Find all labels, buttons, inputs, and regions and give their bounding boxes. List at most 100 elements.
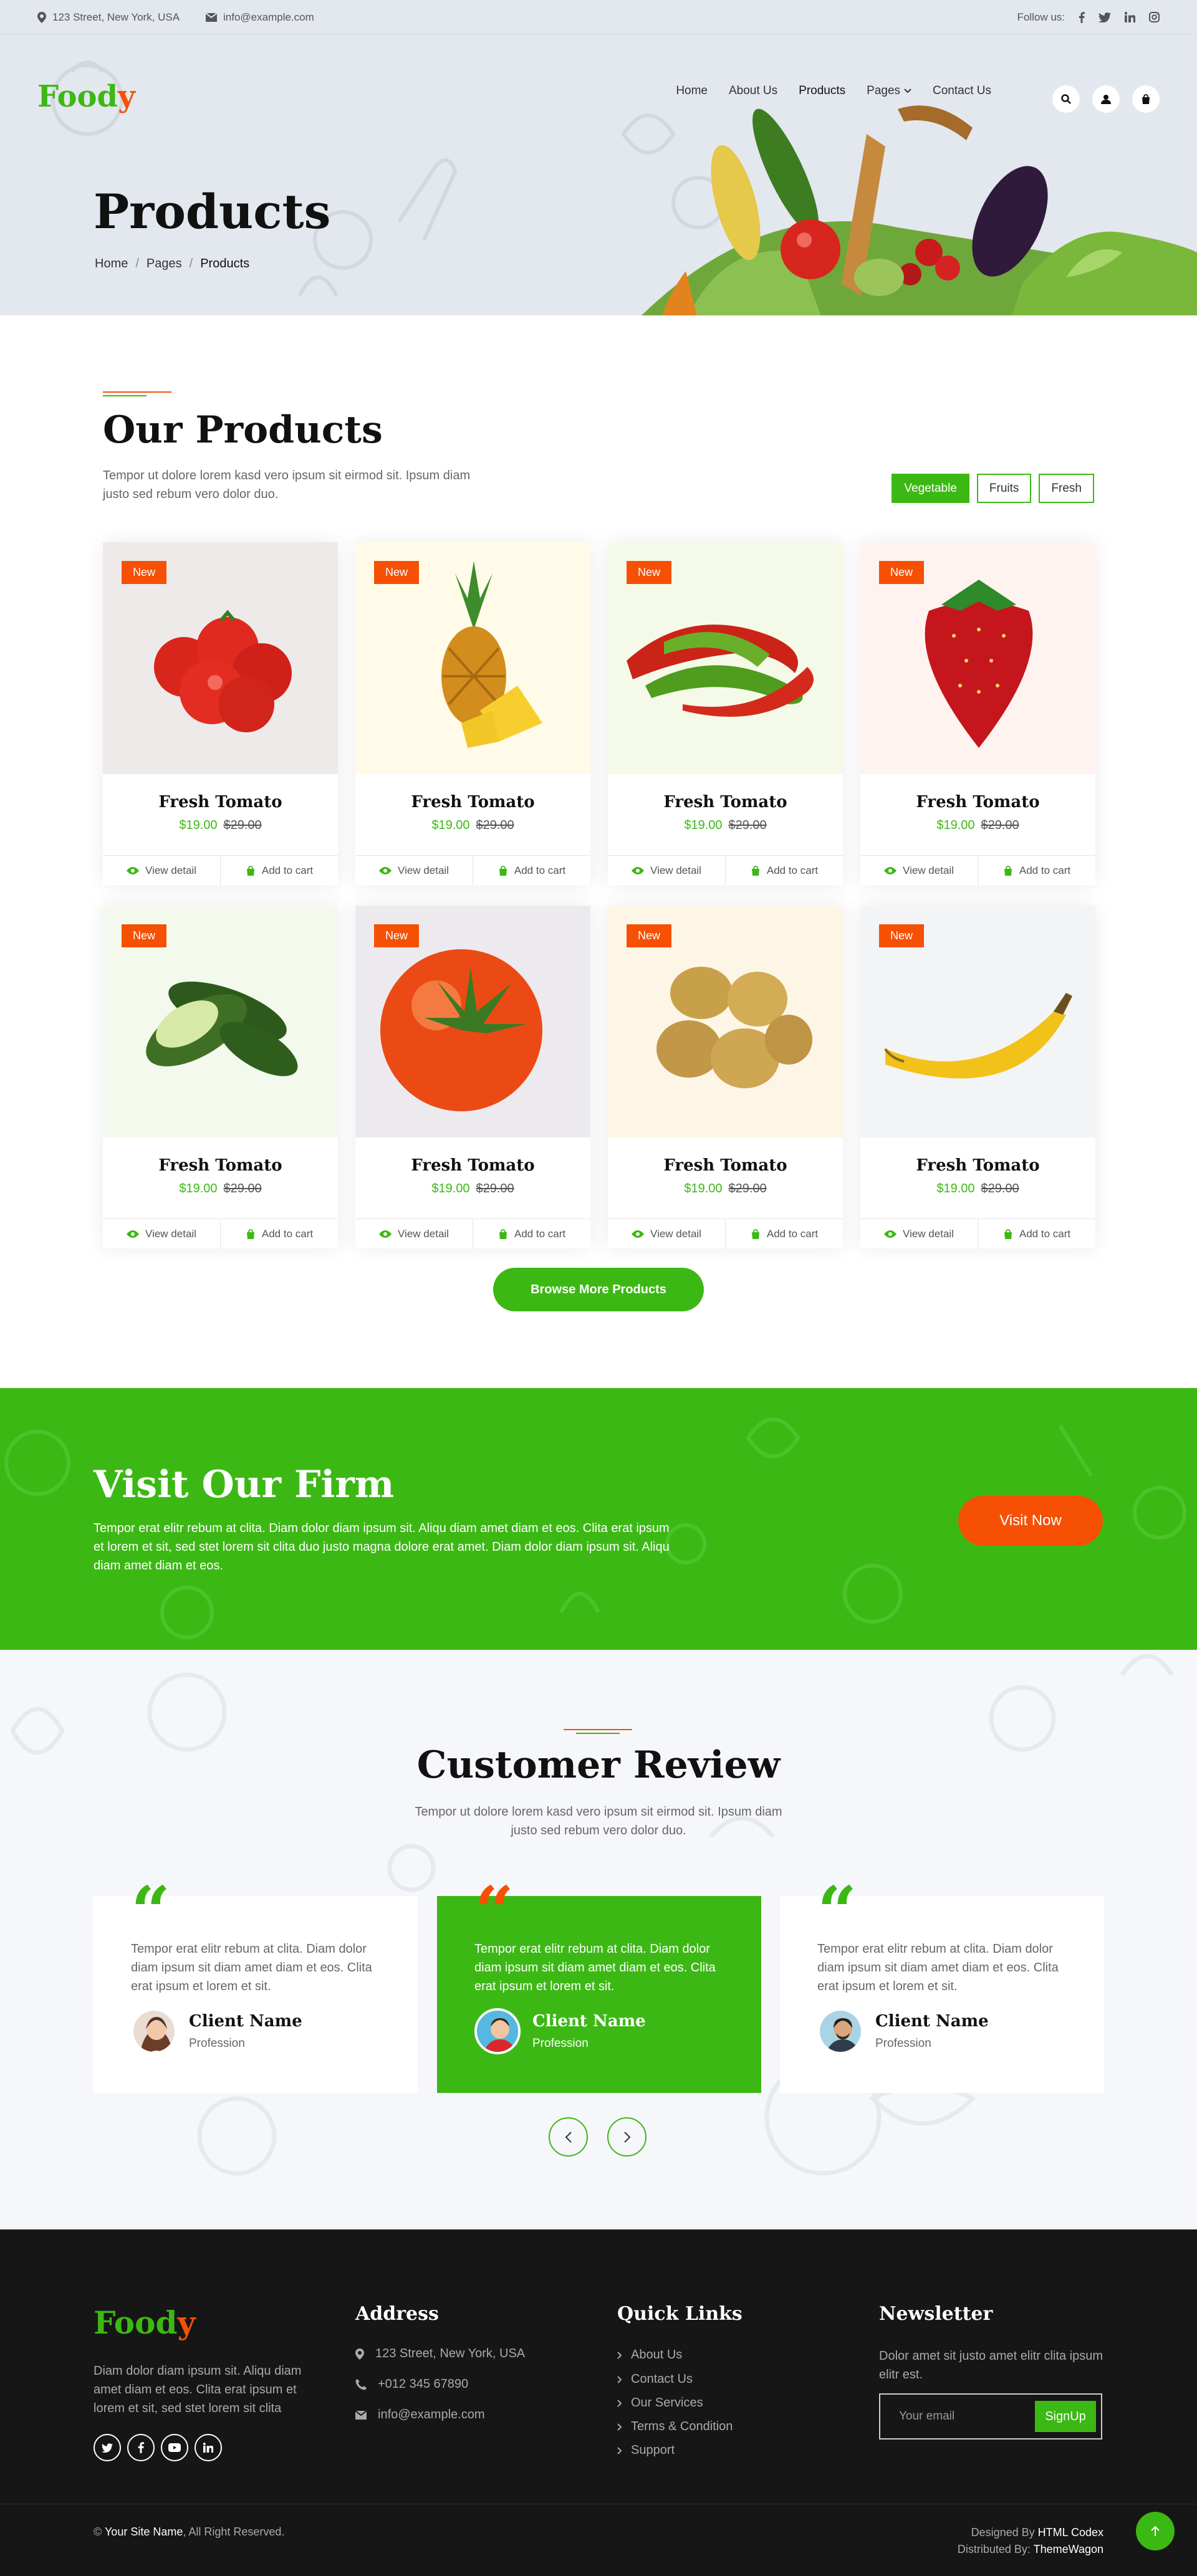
- filter-vegetable[interactable]: Vegetable: [892, 474, 969, 503]
- brand-logo[interactable]: Foody: [37, 79, 135, 114]
- chevron-right-icon: [617, 2446, 622, 2454]
- newsletter-email-input[interactable]: Your email: [899, 2410, 954, 2423]
- add-to-cart-label: Add to cart: [1019, 864, 1071, 876]
- nav-contact[interactable]: Contact Us: [933, 84, 991, 98]
- product-card: New Fresh Tomato $19.00 $29.00 View detail Ad…: [355, 906, 590, 1248]
- footer-logo[interactable]: Foody: [94, 2304, 196, 2341]
- price-old: $29.00: [223, 1182, 262, 1195]
- footer-link-label: Our Services: [631, 2396, 703, 2410]
- breadcrumb-pages[interactable]: Pages: [147, 257, 182, 271]
- add-to-cart-button[interactable]: Add to cart: [473, 1219, 590, 1248]
- product-name[interactable]: Fresh Tomato: [608, 793, 843, 812]
- footer-twitter-button[interactable]: [94, 2434, 121, 2461]
- eye-icon: [127, 866, 140, 874]
- breadcrumb-separator: /: [135, 257, 139, 271]
- view-detail-button[interactable]: View detail: [860, 856, 978, 885]
- browse-more-button[interactable]: Browse More Products: [493, 1268, 704, 1311]
- footer-link-about[interactable]: About Us: [617, 2348, 682, 2362]
- footer-email[interactable]: info@example.com: [355, 2408, 484, 2422]
- add-to-cart-button[interactable]: Add to cart: [221, 856, 338, 885]
- new-badge: New: [879, 924, 925, 947]
- price-current: $19.00: [684, 818, 723, 832]
- avatar: [817, 2008, 863, 2054]
- product-name[interactable]: Fresh Tomato: [860, 1156, 1095, 1175]
- product-name[interactable]: Fresh Tomato: [103, 1156, 338, 1175]
- nav-home[interactable]: Home: [676, 84, 708, 98]
- view-detail-label: View detail: [650, 1227, 701, 1240]
- instagram-icon[interactable]: [1149, 12, 1160, 22]
- nav-products[interactable]: Products: [799, 84, 845, 98]
- section-underline: [103, 395, 147, 396]
- footer-linkedin-button[interactable]: [195, 2434, 222, 2461]
- linkedin-icon: [203, 2443, 213, 2453]
- eye-icon: [632, 866, 645, 874]
- linkedin-icon[interactable]: [1125, 12, 1135, 22]
- review-card: “ Tempor erat elitr rebum at clita. Diam…: [780, 1877, 1104, 2093]
- view-detail-label: View detail: [650, 864, 701, 876]
- add-to-cart-button[interactable]: Add to cart: [221, 1219, 338, 1248]
- twitter-icon[interactable]: [1098, 12, 1111, 22]
- nav-about[interactable]: About Us: [729, 84, 777, 98]
- product-name[interactable]: Fresh Tomato: [608, 1156, 843, 1175]
- back-to-top-button[interactable]: [1136, 2512, 1175, 2550]
- designed-by-link[interactable]: HTML Codex: [1038, 2526, 1103, 2539]
- facebook-icon[interactable]: [1079, 11, 1085, 23]
- envelope-icon: [355, 2410, 367, 2420]
- footer-link-support[interactable]: Support: [617, 2443, 675, 2458]
- view-detail-button[interactable]: View detail: [860, 1219, 978, 1248]
- carousel-next-button[interactable]: [607, 2117, 647, 2157]
- add-to-cart-button[interactable]: Add to cart: [473, 856, 590, 885]
- chevron-right-icon: [617, 2399, 622, 2407]
- copyright-site-link[interactable]: Your Site Name: [105, 2526, 183, 2538]
- phone-icon: [355, 2378, 367, 2390]
- add-to-cart-button[interactable]: Add to cart: [978, 1219, 1095, 1248]
- filter-fresh[interactable]: Fresh: [1039, 474, 1094, 503]
- view-detail-button[interactable]: View detail: [355, 856, 473, 885]
- add-to-cart-label: Add to cart: [514, 864, 566, 876]
- newsletter-signup-button[interactable]: SignUp: [1035, 2401, 1096, 2432]
- topbar-email[interactable]: info@example.com: [206, 0, 314, 34]
- nav-pages[interactable]: Pages: [867, 84, 911, 98]
- visit-firm-banner: Visit Our Firm Tempor erat elitr rebum a…: [0, 1388, 1197, 1650]
- logo-accent: y: [118, 79, 135, 114]
- new-badge: New: [374, 561, 420, 584]
- add-to-cart-label: Add to cart: [1019, 1227, 1071, 1240]
- footer-link-services[interactable]: Our Services: [617, 2396, 703, 2410]
- view-detail-button[interactable]: View detail: [608, 856, 726, 885]
- add-to-cart-label: Add to cart: [261, 1227, 314, 1240]
- breadcrumb-home[interactable]: Home: [95, 257, 128, 271]
- filter-fruits[interactable]: Fruits: [976, 474, 1032, 503]
- footer-link-terms[interactable]: Terms & Condition: [617, 2420, 733, 2434]
- newsletter-form: Your email SignUp: [879, 2393, 1102, 2440]
- carousel-prev-button[interactable]: [549, 2117, 588, 2157]
- view-detail-button[interactable]: View detail: [103, 856, 221, 885]
- add-to-cart-button[interactable]: Add to cart: [978, 856, 1095, 885]
- chevron-right-icon: [617, 2423, 622, 2431]
- product-price: $19.00 $29.00: [103, 818, 338, 833]
- price-old: $29.00: [223, 818, 262, 832]
- view-detail-label: View detail: [398, 1227, 449, 1240]
- client-profession: Profession: [532, 2037, 589, 2050]
- distributed-by-link[interactable]: ThemeWagon: [1034, 2543, 1103, 2555]
- footer-youtube-button[interactable]: [161, 2434, 188, 2461]
- footer-facebook-button[interactable]: [127, 2434, 155, 2461]
- product-name[interactable]: Fresh Tomato: [860, 793, 1095, 812]
- map-marker-icon: [355, 2348, 364, 2360]
- product-name[interactable]: Fresh Tomato: [355, 1156, 590, 1175]
- product-name[interactable]: Fresh Tomato: [355, 793, 590, 812]
- add-to-cart-button[interactable]: Add to cart: [726, 856, 843, 885]
- visit-now-button[interactable]: Visit Now: [958, 1496, 1103, 1546]
- client-name: Client Name: [189, 2012, 302, 2031]
- product-card: New Fresh Tomato $19.00 $29.00 View detail Ad…: [608, 542, 843, 885]
- view-detail-label: View detail: [903, 864, 954, 876]
- shopping-bag-icon: [246, 1228, 254, 1239]
- add-to-cart-button[interactable]: Add to cart: [726, 1219, 843, 1248]
- view-detail-button[interactable]: View detail: [608, 1219, 726, 1248]
- view-detail-button[interactable]: View detail: [355, 1219, 473, 1248]
- shopping-bag-icon: [751, 865, 759, 876]
- product-price: $19.00 $29.00: [355, 818, 590, 833]
- product-name[interactable]: Fresh Tomato: [103, 793, 338, 812]
- eye-icon: [127, 1230, 140, 1238]
- footer-link-contact[interactable]: Contact Us: [617, 2372, 693, 2387]
- view-detail-button[interactable]: View detail: [103, 1219, 221, 1248]
